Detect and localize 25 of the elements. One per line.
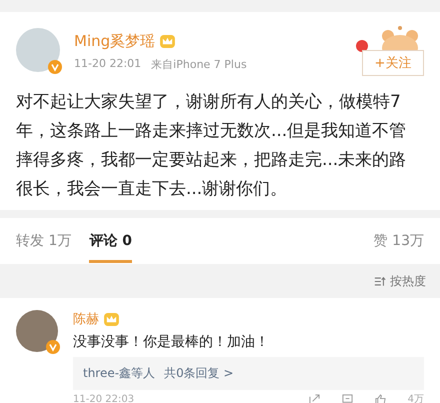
crown-icon bbox=[104, 312, 119, 326]
comment-like-count: 4万 bbox=[408, 393, 424, 403]
reply-count-link[interactable]: 共0条回复 > bbox=[164, 365, 234, 382]
tab[interactable]: 转发 1万 bbox=[16, 220, 72, 262]
post-source: 来自iPhone 7 Plus bbox=[151, 57, 247, 72]
author-name[interactable]: Ming奚梦瑶 bbox=[74, 32, 156, 51]
like-count[interactable]: 赞 13万 bbox=[374, 232, 424, 250]
avatar[interactable] bbox=[16, 28, 60, 72]
verified-badge-icon bbox=[46, 340, 60, 354]
reply-users: three-鑫等人 bbox=[83, 365, 156, 382]
avatar[interactable] bbox=[16, 310, 58, 352]
follow-button[interactable]: +关注 bbox=[362, 50, 424, 76]
verified-badge-icon bbox=[48, 60, 62, 74]
comment-text: 没事没事！你是最棒的！加油！ bbox=[73, 333, 270, 351]
crown-icon bbox=[160, 35, 176, 48]
sort-button[interactable]: 按热度 bbox=[374, 272, 426, 290]
comment-time: 11-20 22:03 bbox=[73, 394, 134, 403]
replies-panel[interactable]: three-鑫等人 共0条回复 > bbox=[73, 357, 424, 390]
commenter-name[interactable]: 陈赫 bbox=[73, 310, 99, 328]
post-time: 11-20 22:01 bbox=[74, 57, 142, 72]
post-text: 对不起让大家失望了，谢谢所有人的关心，做模特7年，这条路上一路走来摔过无数次...但是我知道不管摔得多疼，我都一定要站起来，把路走完...未来的路很长，我会一直走下去...谢谢你们。 bbox=[16, 91, 408, 201]
thumbs-up-icon[interactable] bbox=[374, 394, 386, 403]
sort-icon bbox=[374, 276, 386, 286]
share-icon[interactable] bbox=[308, 394, 320, 403]
comment-icon[interactable] bbox=[342, 394, 353, 403]
